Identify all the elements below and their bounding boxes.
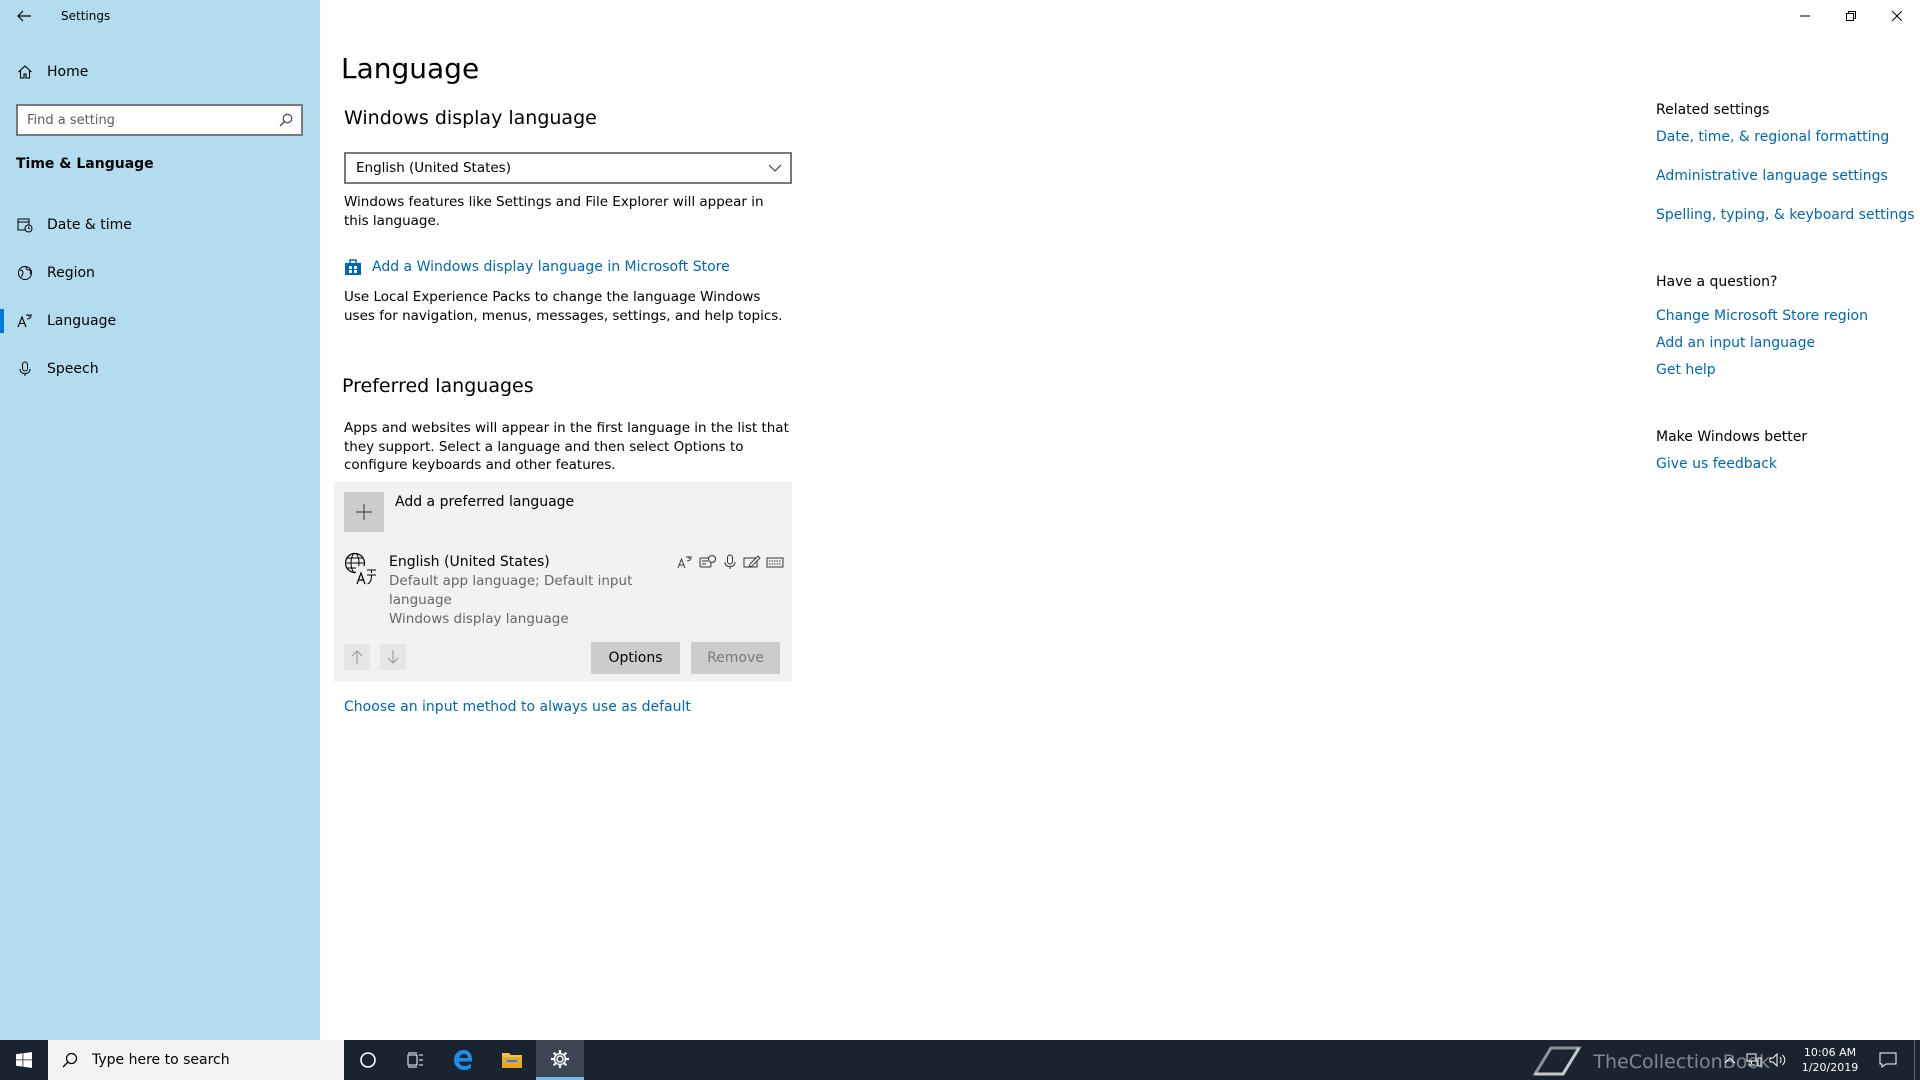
- home-icon: [0, 64, 48, 80]
- move-down-button[interactable]: [380, 644, 406, 670]
- taskbar-search-placeholder: Type here to search: [92, 1052, 230, 1068]
- find-setting-search: [16, 104, 303, 136]
- title-bar: Settings: [0, 0, 110, 32]
- main-content: Language Windows display language Englis…: [320, 0, 1920, 1040]
- search-icon[interactable]: [271, 113, 301, 127]
- add-language-label: Add a preferred language: [395, 494, 575, 510]
- store-description: Use Local Experience Packs to change the…: [344, 289, 783, 324]
- change-store-region-link[interactable]: Change Microsoft Store region: [1656, 308, 1868, 324]
- volume-icon[interactable]: [1766, 1053, 1790, 1067]
- arrow-up-icon: [351, 650, 363, 664]
- folder-icon: [502, 1053, 522, 1068]
- edge-browser-button[interactable]: [440, 1040, 488, 1080]
- task-view-icon: [407, 1052, 423, 1068]
- sidebar-item-label: Region: [47, 265, 95, 281]
- administrative-language-link[interactable]: Administrative language settings: [1656, 168, 1888, 184]
- question-heading: Have a question?: [1656, 274, 1778, 290]
- start-button[interactable]: [0, 1040, 48, 1080]
- sidebar-item-label: Speech: [47, 361, 99, 377]
- language-icon: [0, 313, 48, 329]
- keyboard-feature-icon: [766, 554, 784, 570]
- system-tray: 10:06 AM 1/20/2019: [1718, 1040, 1920, 1080]
- language-description-line: Windows display language: [389, 611, 569, 627]
- plus-icon: [344, 492, 384, 532]
- text-to-speech-feature-icon: [722, 554, 738, 570]
- add-language-button[interactable]: Add a preferred language: [344, 492, 574, 532]
- microphone-icon: [0, 361, 48, 377]
- display-language-description: Windows features like Settings and File …: [344, 194, 764, 229]
- display-language-heading: Windows display language: [344, 107, 597, 129]
- globe-region-icon: [0, 265, 48, 281]
- preferred-description: Apps and websites will appear in the fir…: [344, 420, 789, 473]
- make-windows-better-heading: Make Windows better: [1656, 429, 1808, 445]
- app-title: Settings: [61, 9, 111, 23]
- section-heading: Time & Language: [16, 156, 154, 172]
- remove-button[interactable]: Remove: [691, 642, 780, 674]
- gear-icon: [551, 1049, 569, 1068]
- network-icon[interactable]: [1742, 1053, 1766, 1067]
- taskbar-clock[interactable]: 10:06 AM 1/20/2019: [1790, 1045, 1870, 1075]
- language-description: Default app language; Default input lang…: [389, 572, 689, 629]
- clock-time: 10:06 AM: [1803, 1046, 1857, 1059]
- sidebar-item-region[interactable]: Region: [0, 253, 320, 293]
- chevron-down-icon: [768, 164, 782, 172]
- sidebar-item-speech[interactable]: Speech: [0, 349, 320, 389]
- language-glyph-icon: [344, 552, 378, 590]
- search-icon: [48, 1052, 92, 1068]
- taskbar-search-box[interactable]: Type here to search: [48, 1040, 344, 1080]
- language-description-line: Default app language; Default input lang…: [389, 573, 633, 608]
- cortana-button[interactable]: [344, 1040, 392, 1080]
- related-settings-heading: Related settings: [1656, 102, 1770, 118]
- move-up-button[interactable]: [344, 644, 370, 670]
- task-view-button[interactable]: [392, 1040, 440, 1080]
- language-feature-icons: [676, 554, 784, 570]
- add-input-language-link[interactable]: Add an input language: [1656, 335, 1815, 351]
- book-logo-icon: [1532, 1046, 1583, 1076]
- preferred-languages-heading: Preferred languages: [342, 375, 534, 397]
- display-language-feature-icon: [676, 554, 694, 570]
- back-arrow-icon: [17, 10, 31, 22]
- sidebar-item-language[interactable]: Language: [0, 301, 320, 341]
- get-help-link[interactable]: Get help: [1656, 362, 1716, 378]
- calendar-clock-icon: [0, 217, 48, 233]
- sidebar-item-label: Language: [47, 313, 117, 329]
- cortana-circle-icon: [360, 1052, 376, 1068]
- file-explorer-button[interactable]: [488, 1040, 536, 1080]
- spelling-typing-keyboard-link[interactable]: Spelling, typing, & keyboard settings: [1656, 207, 1915, 223]
- store-link-label: Add a Windows display language in Micros…: [372, 259, 730, 275]
- display-language-dropdown[interactable]: English (United States): [344, 152, 792, 184]
- back-button[interactable]: [0, 0, 48, 32]
- page-title: Language: [341, 52, 480, 85]
- windows-logo-icon: [16, 1052, 32, 1068]
- store-language-link[interactable]: Add a Windows display language in Micros…: [344, 258, 730, 276]
- edge-icon: [454, 1050, 473, 1070]
- speech-recognition-feature-icon: [699, 554, 717, 570]
- sidebar-item-date-time[interactable]: Date & time: [0, 205, 320, 245]
- show-desktop-button[interactable]: [1914, 1040, 1920, 1080]
- dropdown-selected-value: English (United States): [356, 160, 511, 176]
- settings-taskbar-button[interactable]: [536, 1040, 584, 1080]
- action-center-icon[interactable]: [1870, 1052, 1906, 1068]
- input-method-link[interactable]: Choose an input method to always use as …: [344, 699, 691, 715]
- give-feedback-link[interactable]: Give us feedback: [1656, 456, 1777, 472]
- preferred-language-panel: Add a preferred language English (United…: [334, 482, 792, 682]
- sidebar-item-home[interactable]: Home: [0, 52, 320, 92]
- find-setting-input[interactable]: [18, 106, 271, 134]
- options-button[interactable]: Options: [591, 642, 680, 674]
- chevron-up-icon[interactable]: [1718, 1056, 1742, 1064]
- sidebar-item-label: Home: [47, 64, 89, 80]
- navigation-pane: Settings Home Time & Language Date & tim…: [0, 0, 320, 1040]
- language-name: English (United States): [389, 554, 550, 570]
- regional-formatting-link[interactable]: Date, time, & regional formatting: [1656, 129, 1889, 145]
- store-bag-icon: [344, 258, 364, 276]
- sidebar-item-label: Date & time: [47, 217, 132, 233]
- clock-date: 1/20/2019: [1801, 1061, 1859, 1074]
- arrow-down-icon: [387, 650, 399, 664]
- handwriting-feature-icon: [743, 554, 761, 570]
- taskbar: Type here to search TheCollectionBook 10…: [0, 1040, 1920, 1080]
